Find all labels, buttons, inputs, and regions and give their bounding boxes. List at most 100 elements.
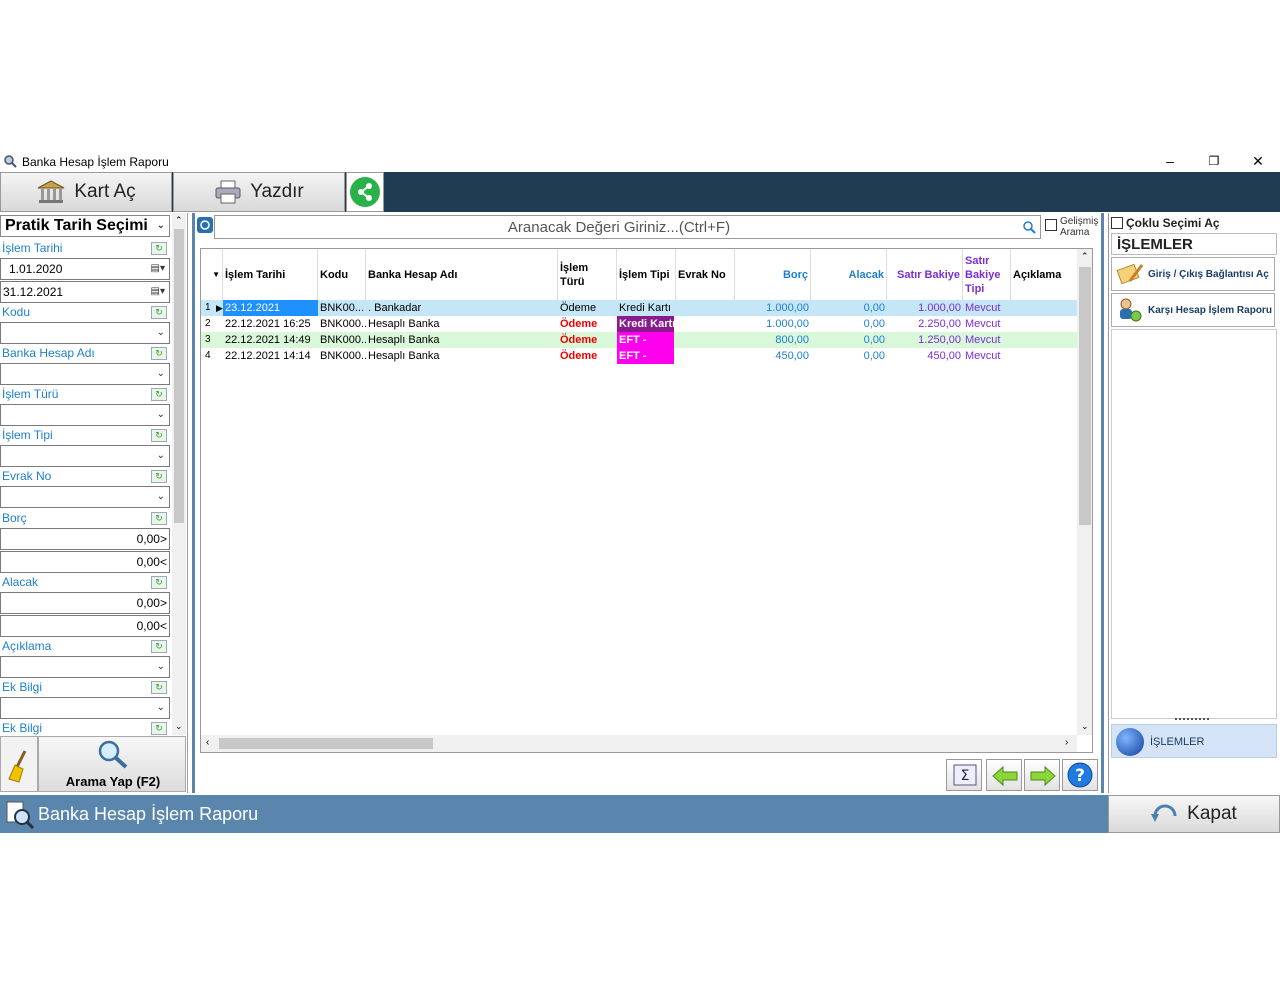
giris-cikis-baglantisi-button[interactable]: Giriş / Çıkış Bağlantısı Aç xyxy=(1111,257,1275,291)
clear-filter-icon[interactable]: ↻ xyxy=(151,681,167,694)
filter-scrollbar-thumb[interactable] xyxy=(174,229,184,523)
grid-hscroll-thumb[interactable] xyxy=(219,738,433,749)
clear-filter-icon[interactable]: ↻ xyxy=(151,429,167,442)
cell-islem-turu[interactable]: Ödeme xyxy=(558,300,617,316)
cell-islem-tipi[interactable]: EFT - xyxy=(617,332,674,348)
column-header-alacak[interactable]: Alacak xyxy=(811,249,887,301)
cell-islem-tarihi[interactable]: 22.12.2021 14:14 xyxy=(223,348,318,364)
cell-islem-tipi[interactable]: Kredi Kartı xyxy=(617,300,676,316)
clear-filter-icon[interactable]: ↻ xyxy=(151,306,167,319)
clear-filter-icon[interactable]: ↻ xyxy=(151,722,167,735)
coklu-secim-checkbox[interactable] xyxy=(1111,217,1123,229)
clear-filter-icon[interactable]: ↻ xyxy=(151,640,167,653)
cell-alacak[interactable]: 0,00 xyxy=(811,332,887,348)
calendar-dropdown-icon[interactable]: ▤▾ xyxy=(151,282,165,302)
column-header-evrak-no[interactable]: Evrak No xyxy=(676,249,735,301)
help-button[interactable]: ? xyxy=(1062,759,1098,791)
column-header-islem-tarihi[interactable]: İşlem Tarihi xyxy=(223,249,318,301)
cell-kodu[interactable]: BNK000... xyxy=(318,332,366,348)
cell-satir-bakiye[interactable]: 450,00 xyxy=(887,348,963,364)
search-icon[interactable] xyxy=(1022,220,1036,234)
alacak-max-field[interactable]: 0,00< xyxy=(0,615,170,637)
clear-filter-icon[interactable]: ↻ xyxy=(151,242,167,255)
cell-satir-bakiye-tipi[interactable]: Mevcut xyxy=(963,316,1011,332)
pratik-tarih-secimi-dropdown[interactable]: Pratik Tarih Seçimi ⌄ xyxy=(0,215,170,237)
filter-scrollbar[interactable]: ⌃ ⌄ xyxy=(172,213,186,735)
scroll-up-icon[interactable]: ⌃ xyxy=(1081,251,1089,262)
islemler-tab[interactable]: İŞLEMLER xyxy=(1111,724,1277,758)
column-header-islem-tipi[interactable]: İşlem Tipi xyxy=(617,249,676,301)
cell-islem-tarihi[interactable]: 23.12.2021 xyxy=(223,300,318,316)
share-button[interactable] xyxy=(346,172,384,212)
clear-filter-icon[interactable]: ↻ xyxy=(151,470,167,483)
cell-alacak[interactable]: 0,00 xyxy=(811,316,887,332)
next-page-button[interactable] xyxy=(1024,759,1060,791)
scroll-left-icon[interactable]: ‹ xyxy=(206,737,209,748)
cell-alacak[interactable]: 0,00 xyxy=(811,348,887,364)
clear-filter-icon[interactable]: ↻ xyxy=(151,576,167,589)
scroll-down-icon[interactable]: ⌄ xyxy=(1081,721,1089,732)
kart-ac-button[interactable]: Kart Aç xyxy=(0,172,172,212)
cell-islem-tarihi[interactable]: 22.12.2021 14:49 xyxy=(223,332,318,348)
borc-max-field[interactable]: 0,00< xyxy=(0,551,170,573)
cell-banka-hesap-adi[interactable]: Hesaplı Banka xyxy=(366,316,558,332)
cell-islem-turu[interactable]: Ödeme xyxy=(558,348,617,364)
cell-borc[interactable]: 1.000,00 xyxy=(735,300,811,316)
cell-islem-tipi[interactable]: Kredi Kartı xyxy=(617,316,674,332)
cell-islem-tipi[interactable]: EFT - xyxy=(617,348,674,364)
column-header-borc[interactable]: Borç xyxy=(735,249,811,301)
clear-filter-icon[interactable]: ↻ xyxy=(151,512,167,525)
calendar-dropdown-icon[interactable]: ▤▾ xyxy=(151,259,165,279)
sum-button[interactable]: Σ xyxy=(946,759,982,791)
evrak-no-dropdown[interactable]: ⌄ xyxy=(0,486,170,508)
table-row[interactable]: 2 22.12.2021 16:25 BNK000... Hesaplı Ban… xyxy=(201,316,1077,332)
kapat-button[interactable]: Kapat xyxy=(1108,795,1280,833)
cell-satir-bakiye-tipi[interactable]: Mevcut xyxy=(963,332,1011,348)
date-from-field[interactable]: 1.01.2020 ▤▾ xyxy=(0,258,170,280)
yazdir-button[interactable]: Yazdır xyxy=(173,172,345,212)
kodu-dropdown[interactable]: ⌄ xyxy=(0,322,170,344)
islem-turu-dropdown[interactable]: ⌄ xyxy=(0,404,170,426)
cell-islem-turu[interactable]: Ödeme xyxy=(558,316,617,332)
cell-borc[interactable]: 450,00 xyxy=(735,348,811,364)
scroll-up-icon[interactable]: ⌃ xyxy=(175,215,183,226)
borc-min-field[interactable]: 0,00> xyxy=(0,528,170,550)
cell-satir-bakiye-tipi[interactable]: Mevcut xyxy=(963,348,1011,364)
cell-banka-hesap-adi[interactable]: . Bankadar xyxy=(366,300,558,316)
aciklama-dropdown[interactable]: ⌄ xyxy=(0,656,170,678)
grid-vertical-scrollbar[interactable]: ⌃ ⌄ xyxy=(1077,249,1092,735)
cell-satir-bakiye[interactable]: 1.250,00 xyxy=(887,332,963,348)
clear-filter-icon[interactable]: ↻ xyxy=(151,347,167,360)
column-header-aciklama[interactable]: Açıklama xyxy=(1011,249,1077,301)
karsi-hesap-islem-raporu-button[interactable]: Karşı Hesap İşlem Raporu xyxy=(1111,293,1275,327)
column-header-kodu[interactable]: Kodu xyxy=(318,249,366,301)
close-button[interactable]: ✕ xyxy=(1236,150,1280,172)
minimize-button[interactable]: – xyxy=(1148,150,1192,172)
scroll-right-icon[interactable]: › xyxy=(1065,737,1068,748)
cell-satir-bakiye[interactable]: 1.000,00 xyxy=(887,300,963,316)
cell-satir-bakiye-tipi[interactable]: Mevcut xyxy=(963,300,1011,316)
cell-kodu[interactable]: BNK000... xyxy=(318,348,366,364)
column-header-islem-turu[interactable]: İşlem Türü xyxy=(558,249,617,301)
splitter-grip[interactable] xyxy=(1175,718,1209,722)
cell-kodu[interactable]: BNK000... xyxy=(318,316,366,332)
cell-kodu[interactable]: BNK00... xyxy=(318,300,366,316)
banka-hesap-adi-dropdown[interactable]: ⌄ xyxy=(0,363,170,385)
cell-banka-hesap-adi[interactable]: Hesaplı Banka xyxy=(366,332,558,348)
table-row[interactable]: 3 22.12.2021 14:49 BNK000... Hesaplı Ban… xyxy=(201,332,1077,348)
grid-vscroll-thumb[interactable] xyxy=(1079,267,1091,525)
cell-banka-hesap-adi[interactable]: Hesaplı Banka xyxy=(366,348,558,364)
cell-borc[interactable]: 1.000,00 xyxy=(735,316,811,332)
table-row[interactable]: 1 ▶ 23.12.2021 BNK00... . Bankadar Ödeme… xyxy=(201,300,1077,316)
column-header-satir-bakiye[interactable]: Satır Bakiye xyxy=(887,249,963,301)
cell-islem-tarihi[interactable]: 22.12.2021 16:25 xyxy=(223,316,318,332)
alacak-min-field[interactable]: 0,00> xyxy=(0,592,170,614)
scroll-down-icon[interactable]: ⌄ xyxy=(175,721,183,732)
cell-alacak[interactable]: 0,00 xyxy=(811,300,887,316)
gelismis-arama-checkbox[interactable] xyxy=(1045,219,1057,231)
cell-islem-turu[interactable]: Ödeme xyxy=(558,332,617,348)
date-to-field[interactable]: 31.12.2021 ▤▾ xyxy=(0,281,170,303)
grid-sort-indicator[interactable]: ▼ xyxy=(201,249,223,301)
table-row[interactable]: 4 22.12.2021 14:14 BNK000... Hesaplı Ban… xyxy=(201,348,1077,364)
column-header-satir-bakiye-tipi[interactable]: Satır Bakiye Tipi xyxy=(963,249,1011,301)
